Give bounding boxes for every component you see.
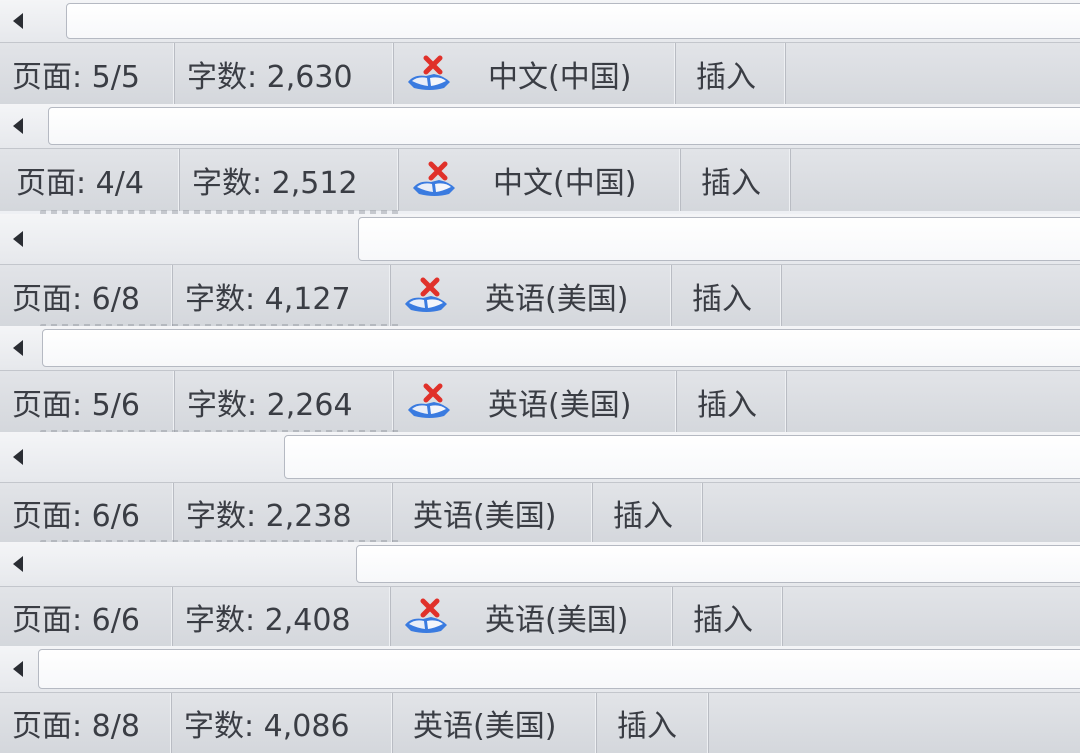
word-count-text: 字数: 2,238: [186, 499, 352, 534]
scroll-left-arrow-icon[interactable]: [0, 326, 36, 370]
page-number-indicator[interactable]: 页面: 6/6: [0, 483, 174, 543]
scroll-left-arrow-icon[interactable]: [0, 214, 36, 264]
scroll-left-arrow-icon[interactable]: [0, 432, 36, 482]
language-text: 中文(中国): [493, 166, 637, 201]
horizontal-scrollbar[interactable]: [0, 432, 1080, 483]
insert-mode-text: 插入: [696, 60, 756, 95]
word-count-indicator[interactable]: 字数: 2,264: [175, 371, 394, 433]
scrollbar-thumb[interactable]: [48, 107, 1080, 145]
language-text: 英语(美国): [485, 603, 629, 638]
word-count-indicator[interactable]: 字数: 4,127: [173, 265, 391, 327]
insert-mode-indicator[interactable]: 插入: [597, 693, 709, 753]
scrollbar-thumb[interactable]: [42, 329, 1080, 367]
word-count-text: 字数: 2,512: [192, 166, 358, 201]
language-indicator[interactable]: 中文(中国): [399, 149, 681, 211]
status-bar: 页面: 8/8 字数: 4,086 英语(美国) 插入: [0, 692, 1080, 753]
spellcheck-error-icon[interactable]: [409, 158, 461, 202]
word-count-text: 字数: 4,127: [185, 282, 351, 317]
horizontal-scrollbar[interactable]: [0, 646, 1080, 693]
insert-mode-indicator[interactable]: 插入: [672, 265, 782, 327]
language-indicator[interactable]: 英语(美国): [391, 265, 672, 327]
word-count-indicator[interactable]: 字数: 2,630: [175, 43, 394, 105]
status-bar: 页面: 6/6 字数: 2,408 英语(美国) 插入: [0, 586, 1080, 647]
insert-mode-text: 插入: [697, 388, 757, 423]
scrollbar-thumb[interactable]: [38, 649, 1080, 689]
horizontal-scrollbar[interactable]: [0, 0, 1080, 43]
word-count-text: 字数: 2,408: [185, 603, 351, 638]
insert-mode-indicator[interactable]: 插入: [676, 43, 786, 105]
insert-mode-text: 插入: [701, 166, 761, 201]
word-count-indicator[interactable]: 字数: 2,512: [180, 149, 399, 211]
language-indicator[interactable]: 英语(美国): [391, 587, 673, 647]
spellcheck-error-icon[interactable]: [404, 380, 456, 424]
horizontal-scrollbar[interactable]: [0, 326, 1080, 371]
language-text: 英语(美国): [413, 709, 557, 744]
page-number-indicator[interactable]: 页面: 8/8: [0, 693, 172, 753]
insert-mode-text: 插入: [617, 709, 677, 744]
page-number-text: 页面: 4/4: [16, 166, 144, 201]
scroll-left-arrow-icon[interactable]: [0, 646, 36, 692]
scrollbar-thumb[interactable]: [284, 435, 1080, 479]
page-number-indicator[interactable]: 页面: 5/5: [0, 43, 175, 105]
scrollbar-thumb[interactable]: [356, 545, 1080, 583]
word-count-indicator[interactable]: 字数: 2,408: [173, 587, 391, 647]
page-number-text: 页面: 6/6: [12, 499, 140, 534]
language-text: 英语(美国): [485, 282, 629, 317]
horizontal-scrollbar[interactable]: [0, 214, 1080, 265]
status-bar: 页面: 5/6 字数: 2,264 英语(美国) 插入: [0, 370, 1080, 433]
language-indicator[interactable]: 英语(美国): [394, 371, 677, 433]
scroll-left-arrow-icon[interactable]: [0, 542, 36, 586]
insert-mode-text: 插入: [613, 499, 673, 534]
spellcheck-error-icon[interactable]: [401, 274, 453, 318]
insert-mode-indicator[interactable]: 插入: [673, 587, 783, 647]
scrollbar-thumb[interactable]: [358, 217, 1080, 261]
page-number-text: 页面: 6/6: [12, 603, 140, 638]
language-text: 中文(中国): [488, 60, 632, 95]
page-number-text: 页面: 5/5: [12, 60, 140, 95]
insert-mode-text: 插入: [693, 603, 753, 638]
insert-mode-indicator[interactable]: 插入: [677, 371, 787, 433]
status-bar: 页面: 5/5 字数: 2,630 中文(中国) 插入: [0, 42, 1080, 105]
scroll-left-arrow-icon[interactable]: [0, 104, 36, 148]
language-indicator[interactable]: 英语(美国): [393, 693, 597, 753]
word-count-indicator[interactable]: 字数: 4,086: [172, 693, 393, 753]
language-text: 英语(美国): [413, 499, 557, 534]
insert-mode-indicator[interactable]: 插入: [593, 483, 703, 543]
page-number-indicator[interactable]: 页面: 6/8: [0, 265, 173, 327]
language-indicator[interactable]: 中文(中国): [394, 43, 676, 105]
scroll-left-arrow-icon[interactable]: [0, 0, 36, 42]
page-number-indicator[interactable]: 页面: 6/6: [0, 587, 173, 647]
page-number-text: 页面: 6/8: [12, 282, 140, 317]
status-bar: 页面: 6/8 字数: 4,127 英语(美国) 插入: [0, 264, 1080, 327]
word-count-indicator[interactable]: 字数: 2,238: [174, 483, 393, 543]
insert-mode-indicator[interactable]: 插入: [681, 149, 791, 211]
status-bar: 页面: 6/6 字数: 2,238 英语(美国) 插入: [0, 482, 1080, 543]
page-number-indicator[interactable]: 页面: 5/6: [0, 371, 175, 433]
insert-mode-text: 插入: [692, 282, 752, 317]
word-count-text: 字数: 2,264: [187, 388, 353, 423]
page-number-text: 页面: 5/6: [12, 388, 140, 423]
word-count-text: 字数: 4,086: [184, 709, 350, 744]
word-count-text: 字数: 2,630: [187, 60, 353, 95]
page-number-indicator[interactable]: 页面: 4/4: [0, 149, 180, 211]
scrollbar-thumb[interactable]: [66, 3, 1080, 39]
horizontal-scrollbar[interactable]: [0, 104, 1080, 149]
horizontal-scrollbar[interactable]: [0, 542, 1080, 587]
status-bar: 页面: 4/4 字数: 2,512 中文(中国) 插入: [0, 148, 1080, 211]
page-number-text: 页面: 8/8: [12, 709, 140, 744]
language-text: 英语(美国): [488, 388, 632, 423]
spellcheck-error-icon[interactable]: [401, 595, 453, 639]
spellcheck-error-icon[interactable]: [404, 52, 456, 96]
language-indicator[interactable]: 英语(美国): [393, 483, 593, 543]
